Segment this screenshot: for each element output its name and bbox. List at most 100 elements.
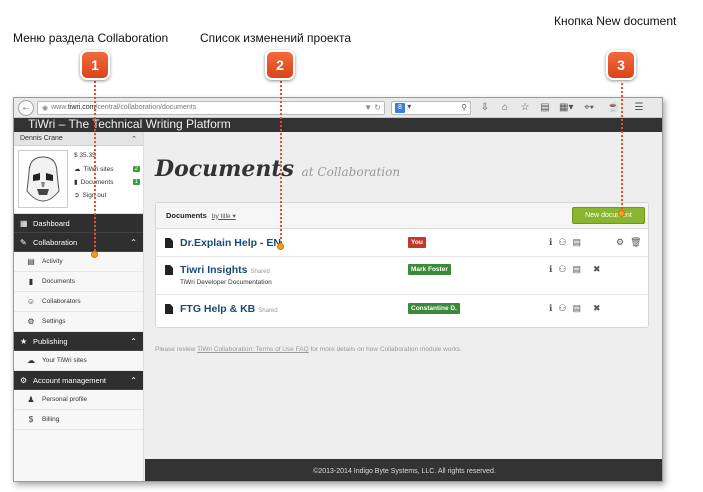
balance: $ 35.35 — [74, 152, 96, 159]
nav-your-tiwri-sites[interactable]: ☁ Your TiWri sites — [14, 351, 143, 371]
callout-label-1: Меню раздела Collaboration — [13, 31, 169, 45]
url-path: /central/collaboration/documents — [95, 104, 197, 111]
document-row[interactable]: Tiwri Insights Shared TiWri Developer Doc… — [156, 257, 648, 295]
sidebar: Dennis Crane ⌃ $ 35.35 ☁ TiWri sites 2 ▮… — [14, 132, 144, 481]
profile-card: $ 35.35 ☁ TiWri sites 2 ▮ Documents 1 ➲ … — [14, 146, 143, 214]
avatar — [18, 150, 68, 208]
users-icon[interactable]: ⚇ — [558, 264, 566, 275]
document-title-link[interactable]: Dr.Explain Help - EN — [180, 237, 281, 249]
menu-icon[interactable]: ☰ — [633, 102, 645, 113]
document-title-link[interactable]: Tiwri Insights Shared — [180, 264, 270, 276]
dollar-icon: $ — [28, 415, 34, 424]
magnifier-icon[interactable]: ⚲ — [461, 103, 467, 112]
download-icon[interactable]: ⇩ — [479, 102, 491, 113]
nav-billing[interactable]: $ Billing — [14, 410, 143, 430]
sign-out-icon: ➲ — [74, 192, 80, 199]
sign-out-link[interactable]: ➲ Sign out — [74, 191, 140, 200]
document-row[interactable]: FTG Help & KB Shared Constantine D. ℹ ⚇ ▤… — [156, 295, 648, 327]
chevron-up-icon: ⌃ — [130, 237, 137, 247]
nav-collaborators[interactable]: ☺ Collaborators — [14, 292, 143, 312]
app-title: TiWri – The Technical Writing Platform — [14, 118, 662, 132]
review-note: Please review TiWri Collaboration: Terms… — [155, 346, 462, 353]
list-icon[interactable]: ▤ — [573, 264, 582, 275]
nav-publishing[interactable]: ★ Publishing ⌃ — [14, 332, 143, 351]
row-actions: ℹ ⚇ ▤ ✖ — [549, 264, 601, 275]
document-icon: ▮ — [28, 277, 34, 286]
documents-panel: Documents by title ▾ New document Dr.Exp… — [155, 202, 649, 328]
nav-personal-profile[interactable]: ♟ Personal profile — [14, 390, 143, 410]
chevron-up-icon[interactable]: ⌃ — [131, 135, 137, 143]
row-admin-actions: ⚙ 🗑 — [616, 237, 642, 248]
chevron-up-icon: ⌃ — [130, 336, 137, 346]
info-icon[interactable]: ℹ — [549, 237, 552, 248]
list-icon[interactable]: ▤ — [573, 237, 582, 248]
close-icon[interactable]: ✖ — [593, 303, 601, 314]
star-icon[interactable]: ☆ — [519, 102, 531, 113]
star-icon: ★ — [20, 336, 28, 346]
user-icon: ♟ — [27, 395, 35, 404]
users-icon[interactable]: ⚇ — [558, 237, 566, 248]
crop-icon[interactable]: ⌖▾ — [583, 102, 595, 113]
globe-icon: ◉ — [42, 104, 49, 112]
sidebar-tiwri-sites[interactable]: ☁ TiWri sites 2 — [74, 165, 140, 173]
sidebar-documents[interactable]: ▮ Documents 1 — [74, 178, 140, 186]
nav-documents[interactable]: ▮ Documents — [14, 272, 143, 292]
owner-badge: Constantine D. — [408, 303, 460, 314]
panel-header: Documents by title ▾ New document — [156, 203, 648, 229]
close-icon[interactable]: ✖ — [593, 264, 601, 275]
document-icon — [165, 304, 173, 314]
stormtrooper-avatar-icon — [19, 151, 67, 207]
document-row[interactable]: Dr.Explain Help - EN You ℹ ⚇ ▤ ⚙ 🗑 — [156, 229, 648, 257]
list-icon[interactable]: ▤ — [573, 303, 582, 314]
nav-activity[interactable]: ▤ Activity — [14, 252, 143, 272]
nav-settings[interactable]: ⚙ Settings — [14, 312, 143, 332]
user-menu[interactable]: Dennis Crane ⌃ — [14, 132, 143, 146]
nav-collaboration[interactable]: ✎ Collaboration ⌃ — [14, 233, 143, 252]
cloud-icon: ☁ — [74, 166, 81, 173]
dashboard-icon: ▦ — [20, 218, 28, 228]
reload-icon[interactable]: ▼ ↻ — [364, 103, 381, 112]
page-title: Documents at Collaboration — [155, 156, 401, 182]
app-screenshot: ← ◉ www. tiwri.com/central/collaboration/… — [13, 97, 663, 482]
pencil-icon: ✎ — [20, 237, 27, 247]
browser-toolbar: ← ◉ www. tiwri.com/central/collaboration/… — [14, 98, 662, 118]
users-icon: ☺ — [26, 297, 36, 306]
sites-count-badge: 2 — [132, 166, 140, 172]
document-title-link[interactable]: FTG Help & KB Shared — [180, 303, 278, 315]
gears-icon: ⚙ — [27, 317, 35, 326]
terms-faq-link[interactable]: TiWri Collaboration: Terms of Use FAQ — [197, 346, 309, 353]
grid-icon[interactable]: ▦▾ — [559, 102, 573, 113]
home-icon[interactable]: ⌂ — [499, 102, 511, 113]
footer: ©2013-2014 Indigo Byte Systems, LLC. All… — [145, 459, 662, 481]
callout-leader-2 — [280, 78, 282, 246]
sort-dropdown[interactable]: by title ▾ — [212, 212, 236, 220]
info-icon[interactable]: ℹ — [549, 303, 552, 314]
url-host: tiwri.com — [67, 104, 96, 111]
clipboard-icon[interactable]: ▤ — [539, 102, 551, 113]
row-actions: ℹ ⚇ ▤ ✖ — [549, 303, 601, 314]
document-description: TiWri Developer Documentation — [180, 279, 272, 286]
callout-label-2: Список изменений проекта — [200, 31, 351, 45]
gear-icon[interactable]: ⚙ — [616, 237, 624, 248]
new-document-button[interactable]: New document — [572, 207, 645, 224]
users-icon[interactable]: ⚇ — [558, 303, 566, 314]
owner-badge: You — [408, 237, 426, 248]
panel-title: Documents — [166, 211, 207, 220]
search-input[interactable]: 8 ▾ ⚲ — [391, 100, 471, 115]
callout-badge-3: 3 — [606, 50, 636, 80]
cup-icon[interactable]: ☕ — [607, 102, 619, 113]
callout-badge-1: 1 — [80, 50, 110, 80]
nav-dashboard[interactable]: ▦ Dashboard — [14, 214, 143, 233]
nav-account-management[interactable]: ⚙ Account management ⌃ — [14, 371, 143, 390]
callout-target-2 — [277, 243, 284, 250]
row-actions: ℹ ⚇ ▤ — [549, 237, 581, 248]
page-subtitle: at Collaboration — [301, 165, 401, 179]
activity-icon: ▤ — [27, 257, 35, 266]
trash-icon[interactable]: 🗑 — [630, 237, 641, 248]
info-icon[interactable]: ℹ — [549, 264, 552, 275]
back-icon[interactable]: ← — [18, 99, 34, 116]
user-name: Dennis Crane — [20, 135, 63, 142]
search-engine-icon[interactable]: 8 — [395, 102, 405, 113]
address-bar[interactable]: ◉ www. tiwri.com/central/collaboration/do… — [37, 100, 385, 115]
gear-icon: ⚙ — [20, 375, 28, 385]
